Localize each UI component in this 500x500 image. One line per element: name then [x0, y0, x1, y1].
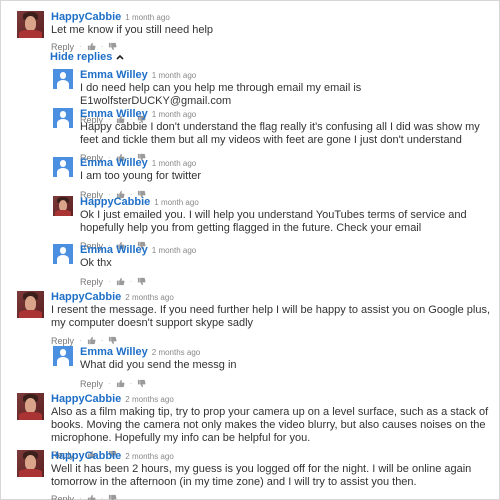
reply-comment: Emma Willey 1 month ago Happy cabbie I do…: [53, 108, 493, 163]
comment-time[interactable]: 1 month ago: [152, 159, 196, 168]
reply-button[interactable]: Reply: [51, 336, 74, 346]
thumbs-down-icon[interactable]: [137, 379, 146, 388]
comment-text: I do need help can you help me through e…: [80, 82, 362, 107]
avatar[interactable]: [17, 450, 44, 477]
thumbs-up-icon[interactable]: [87, 336, 96, 345]
avatar[interactable]: [17, 393, 44, 420]
comment-time[interactable]: 1 month ago: [152, 246, 196, 255]
comment-time[interactable]: 1 month ago: [152, 71, 196, 80]
avatar[interactable]: [53, 157, 73, 177]
thumbs-up-icon[interactable]: [87, 42, 96, 51]
separator: ·: [79, 42, 82, 51]
hide-replies-button[interactable]: Hide replies: [50, 51, 124, 63]
separator: ·: [79, 494, 82, 500]
comment-author[interactable]: Emma Willey: [80, 157, 148, 169]
separator: ·: [100, 494, 104, 500]
hide-replies-label: Hide replies: [50, 51, 113, 63]
comment-actions: Reply · ·: [80, 378, 237, 389]
thumbs-down-icon[interactable]: [137, 277, 146, 286]
separator: ·: [108, 277, 111, 286]
comment-time[interactable]: 1 month ago: [154, 198, 198, 207]
comment-text: What did you send the messg in: [80, 359, 237, 371]
comment-author[interactable]: HappyCabbie: [51, 393, 121, 405]
reply-comment: Emma Willey 1 month ago Ok thx Reply · ·: [53, 244, 493, 287]
comment: HappyCabbie 1 month ago Let me know if yo…: [17, 11, 487, 52]
reply-button[interactable]: Reply: [51, 42, 74, 52]
comment-author[interactable]: HappyCabbie: [51, 450, 121, 462]
separator: ·: [108, 379, 111, 388]
comment-time[interactable]: 1 month ago: [125, 13, 169, 22]
thumbs-up-icon[interactable]: [87, 494, 96, 500]
comment-text: Also as a film making tip, try to prop y…: [51, 406, 489, 444]
thumbs-down-icon[interactable]: [108, 494, 117, 500]
comment-text: Let me know if you still need help: [51, 24, 214, 36]
comment-time[interactable]: 2 months ago: [125, 293, 173, 302]
comment-text: I am too young for twitter: [80, 170, 202, 182]
comment-text: Ok I just emailed you. I will help you u…: [80, 209, 467, 234]
comment-time[interactable]: 2 months ago: [125, 452, 173, 461]
reply-comment: HappyCabbie 1 month ago Ok I just emailed…: [53, 196, 493, 251]
comment-text: Happy cabbie I don't understand the flag…: [80, 121, 480, 146]
avatar[interactable]: [53, 244, 73, 264]
avatar[interactable]: [53, 69, 73, 89]
reply-button[interactable]: Reply: [80, 277, 103, 287]
comment-author[interactable]: HappyCabbie: [80, 196, 150, 208]
thumbs-up-icon[interactable]: [116, 379, 125, 388]
thumbs-down-icon[interactable]: [108, 336, 117, 345]
reply-button[interactable]: Reply: [51, 494, 74, 500]
separator: ·: [100, 42, 104, 51]
comment-time[interactable]: 2 months ago: [125, 395, 173, 404]
comment-author[interactable]: HappyCabbie: [51, 291, 121, 303]
avatar[interactable]: [17, 291, 44, 318]
comments-panel: HappyCabbie 1 month ago Let me know if yo…: [0, 0, 500, 500]
comment-time[interactable]: 1 month ago: [152, 110, 196, 119]
comment-author[interactable]: Emma Willey: [80, 69, 148, 81]
comment-actions: Reply · ·: [51, 493, 491, 500]
separator: ·: [129, 379, 133, 388]
separator: ·: [79, 336, 82, 345]
thumbs-up-icon[interactable]: [116, 277, 125, 286]
reply-comment: Emma Willey 1 month ago I am too young fo…: [53, 157, 493, 200]
avatar[interactable]: [17, 11, 44, 38]
avatar[interactable]: [53, 346, 73, 366]
comment-author[interactable]: HappyCabbie: [51, 11, 121, 23]
comment: HappyCabbie 2 months ago Well it has been…: [17, 450, 491, 500]
comment-actions: Reply · ·: [51, 335, 491, 346]
separator: ·: [129, 277, 133, 286]
thumbs-down-icon[interactable]: [108, 42, 117, 51]
comment-actions: Reply · ·: [80, 276, 196, 287]
chevron-up-icon: [116, 54, 124, 60]
comment-text: Well it has been 2 hours, my guess is yo…: [51, 463, 472, 488]
reply-button[interactable]: Reply: [80, 379, 103, 389]
separator: ·: [100, 336, 104, 345]
comment-author[interactable]: Emma Willey: [80, 346, 148, 358]
comment-author[interactable]: Emma Willey: [80, 108, 148, 120]
avatar[interactable]: [53, 196, 73, 216]
avatar[interactable]: [53, 108, 73, 128]
comment-time[interactable]: 2 months ago: [152, 348, 200, 357]
comment: HappyCabbie 2 months ago I resent the mes…: [17, 291, 491, 346]
comment-text: Ok thx: [80, 257, 112, 269]
reply-comment: Emma Willey 2 months ago What did you sen…: [53, 346, 493, 389]
comment-author[interactable]: Emma Willey: [80, 244, 148, 256]
comment-text: I resent the message. If you need furthe…: [51, 304, 491, 329]
